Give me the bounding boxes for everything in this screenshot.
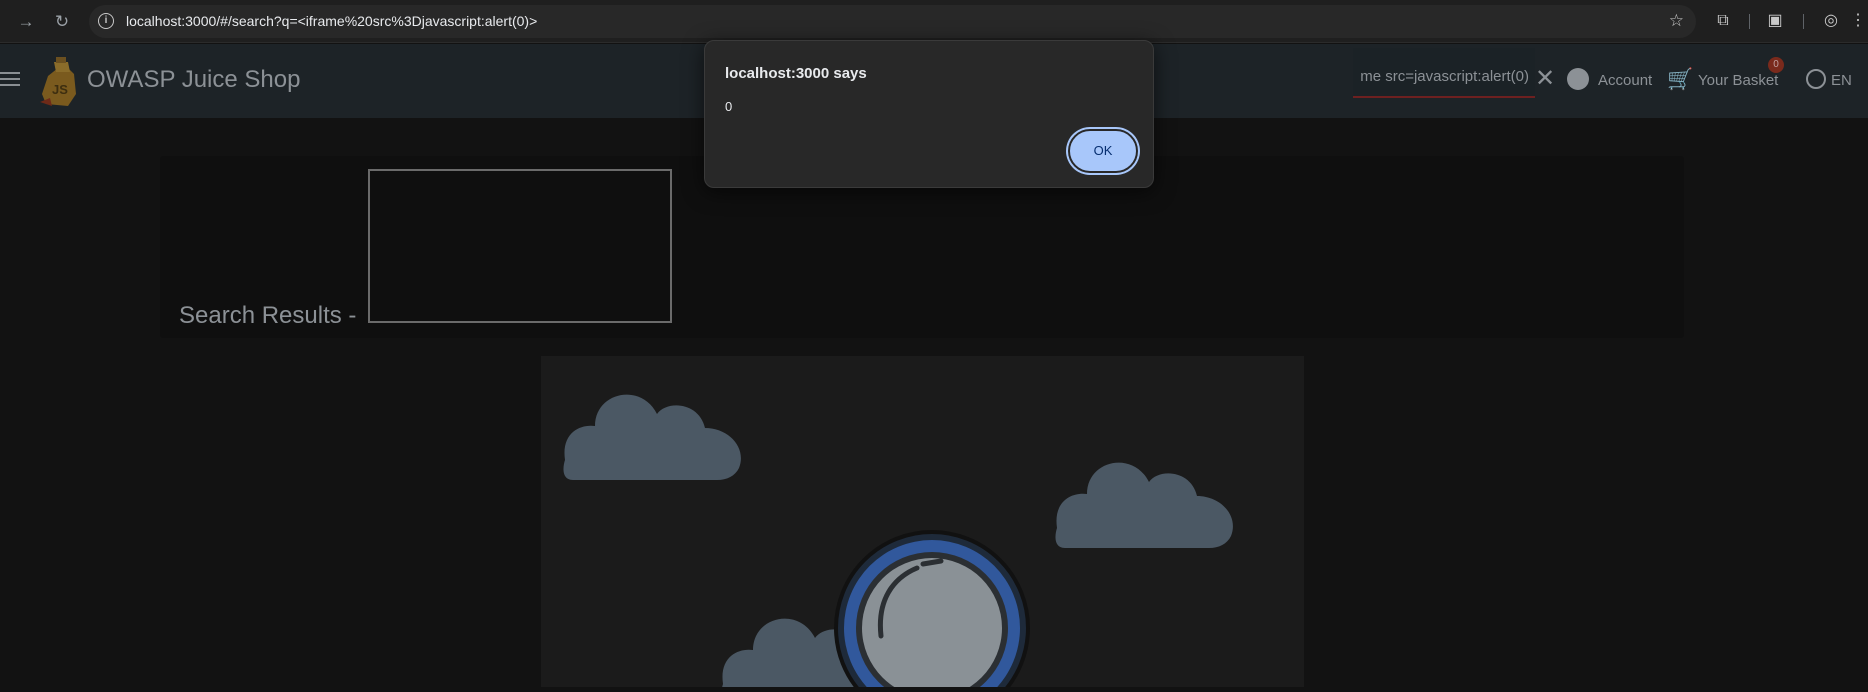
address-bar[interactable]: i localhost:3000/#/search?q=<iframe%20sr… (89, 5, 1696, 38)
injected-iframe (368, 169, 672, 323)
account-circle-icon[interactable] (1567, 68, 1589, 90)
close-search-icon[interactable]: ✕ (1535, 64, 1555, 93)
hamburger-menu-icon[interactable] (0, 72, 20, 88)
tab-search-icon[interactable]: ▣ (1764, 10, 1786, 32)
menu-dots-icon[interactable]: ⋮ (1850, 10, 1866, 32)
dialog-title: localhost:3000 says (725, 65, 867, 82)
toolbar-divider (1803, 14, 1804, 29)
no-results-illustration (541, 356, 1304, 692)
profile-icon[interactable]: ◎ (1820, 10, 1842, 32)
alert-dialog: localhost:3000 says 0 OK (704, 40, 1154, 188)
browser-toolbar: → ↻ i localhost:3000/#/search?q=<iframe%… (0, 0, 1868, 43)
url-text[interactable]: localhost:3000/#/search?q=<iframe%20src%… (126, 13, 537, 29)
cloud-right (1055, 462, 1233, 548)
brand-title[interactable]: OWASP Juice Shop (87, 66, 300, 94)
svg-text:JS: JS (52, 82, 68, 97)
forward-arrow-icon[interactable]: → (13, 9, 39, 35)
search-value[interactable]: me src=javascript:alert(0) (1360, 68, 1529, 85)
search-input[interactable]: me src=javascript:alert(0) (1353, 48, 1535, 98)
search-results-title: Search Results - (179, 302, 357, 329)
toolbar-divider (1749, 14, 1750, 29)
cart-icon[interactable]: 🛒 (1667, 68, 1693, 92)
ok-button[interactable]: OK (1068, 129, 1138, 173)
site-info-icon[interactable]: i (98, 13, 114, 29)
cloud-left (563, 394, 741, 480)
clouds-magnifier-illustration (563, 394, 1233, 692)
juice-shop-logo[interactable]: JS (38, 54, 88, 108)
language-globe-icon[interactable] (1806, 69, 1826, 89)
dialog-message: 0 (725, 99, 733, 114)
basket-count-badge: 0 (1768, 57, 1784, 73)
account-button[interactable]: Account (1598, 72, 1652, 89)
language-button[interactable]: EN (1831, 72, 1852, 89)
bookmark-star-icon[interactable]: ☆ (1669, 11, 1684, 31)
magnifier-icon (834, 530, 1030, 692)
reload-icon[interactable]: ↻ (49, 9, 75, 35)
extensions-icon[interactable]: ⧉ (1712, 10, 1734, 32)
basket-button[interactable]: Your Basket (1698, 72, 1778, 89)
